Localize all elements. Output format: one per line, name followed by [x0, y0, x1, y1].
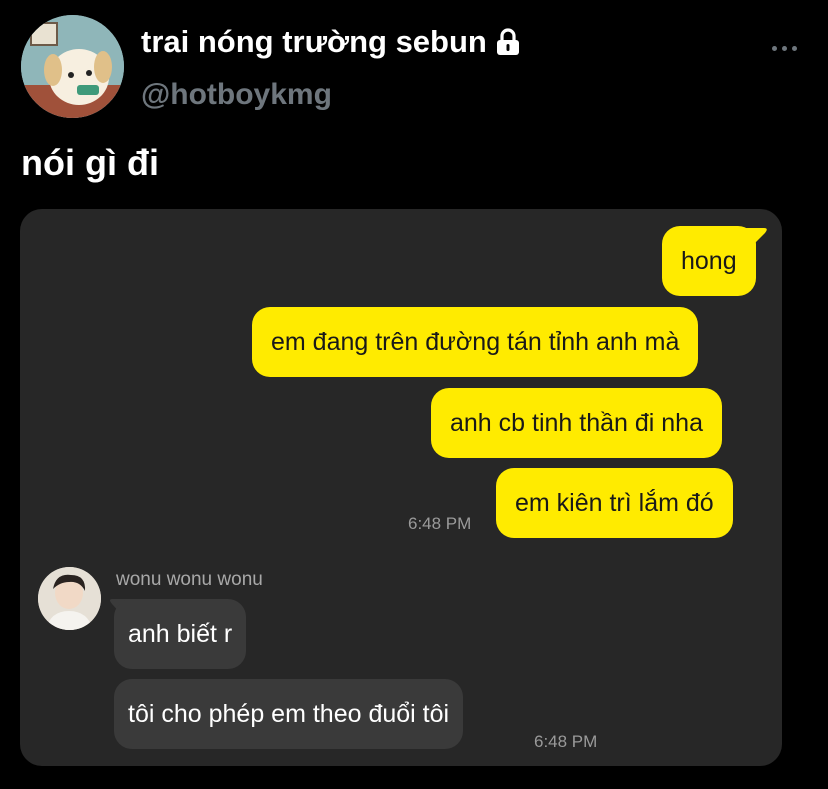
lock-icon	[496, 28, 519, 55]
incoming-timestamp: 6:48 PM	[534, 732, 598, 751]
sender-avatar	[38, 567, 101, 630]
tweet-media-image[interactable]: hong em đang trên đường tán tỉnh anh mà …	[20, 209, 782, 766]
tweet-text: nói gì đi	[21, 142, 159, 183]
outgoing-message-bubble: em đang trên đường tán tỉnh anh mà	[252, 307, 699, 377]
author-handle[interactable]: @hotboykmg	[141, 78, 332, 112]
more-options-icon[interactable]	[772, 38, 802, 58]
author-display-name[interactable]: trai nóng trường sebun	[141, 24, 487, 60]
outgoing-message-bubble: anh cb tinh thần đi nha	[431, 388, 722, 458]
incoming-message-bubble: anh biết r	[114, 599, 247, 669]
outgoing-message-bubble: hong	[662, 226, 756, 296]
puppy-avatar-image	[21, 15, 124, 118]
outgoing-message-bubble: em kiên trì lắm đó	[496, 468, 733, 538]
author-display-name-row[interactable]: trai nóng trường sebun	[141, 24, 521, 60]
person-avatar-image	[38, 567, 101, 630]
incoming-message-bubble: tôi cho phép em theo đuổi tôi	[114, 679, 464, 749]
outgoing-timestamp: 6:48 PM	[408, 514, 472, 533]
sender-name: wonu wonu wonu	[116, 569, 263, 590]
author-avatar[interactable]	[21, 15, 124, 118]
